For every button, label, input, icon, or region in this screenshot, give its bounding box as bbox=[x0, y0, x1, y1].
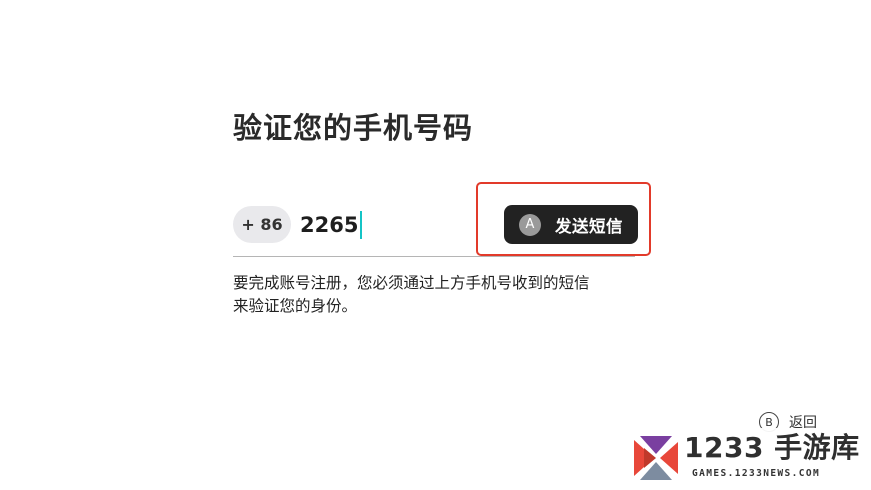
description-line-1: 要完成账号注册，您必须通过上方手机号收到的短信 bbox=[233, 274, 590, 292]
verification-description: 要完成账号注册，您必须通过上方手机号收到的短信 来验证您的身份。 bbox=[233, 272, 645, 318]
watermark: 1233 手游库 GAMES.1233NEWS.COM bbox=[622, 428, 871, 490]
watermark-url: GAMES.1233NEWS.COM bbox=[692, 468, 821, 479]
a-button-icon: A bbox=[519, 213, 541, 236]
phone-number-value: 2265 bbox=[300, 213, 359, 237]
watermark-title: 1233 手游库 bbox=[684, 431, 860, 464]
site-logo-icon bbox=[634, 436, 678, 480]
input-underline bbox=[233, 256, 635, 257]
page-title: 验证您的手机号码 bbox=[233, 111, 474, 145]
description-line-2: 来验证您的身份。 bbox=[233, 297, 358, 315]
country-code-selector[interactable]: + 86 bbox=[233, 206, 291, 243]
send-sms-label: 发送短信 bbox=[555, 216, 623, 236]
text-caret bbox=[360, 211, 363, 239]
phone-number-input[interactable]: 2265 bbox=[300, 209, 363, 241]
send-sms-button[interactable]: A 发送短信 bbox=[504, 205, 638, 244]
